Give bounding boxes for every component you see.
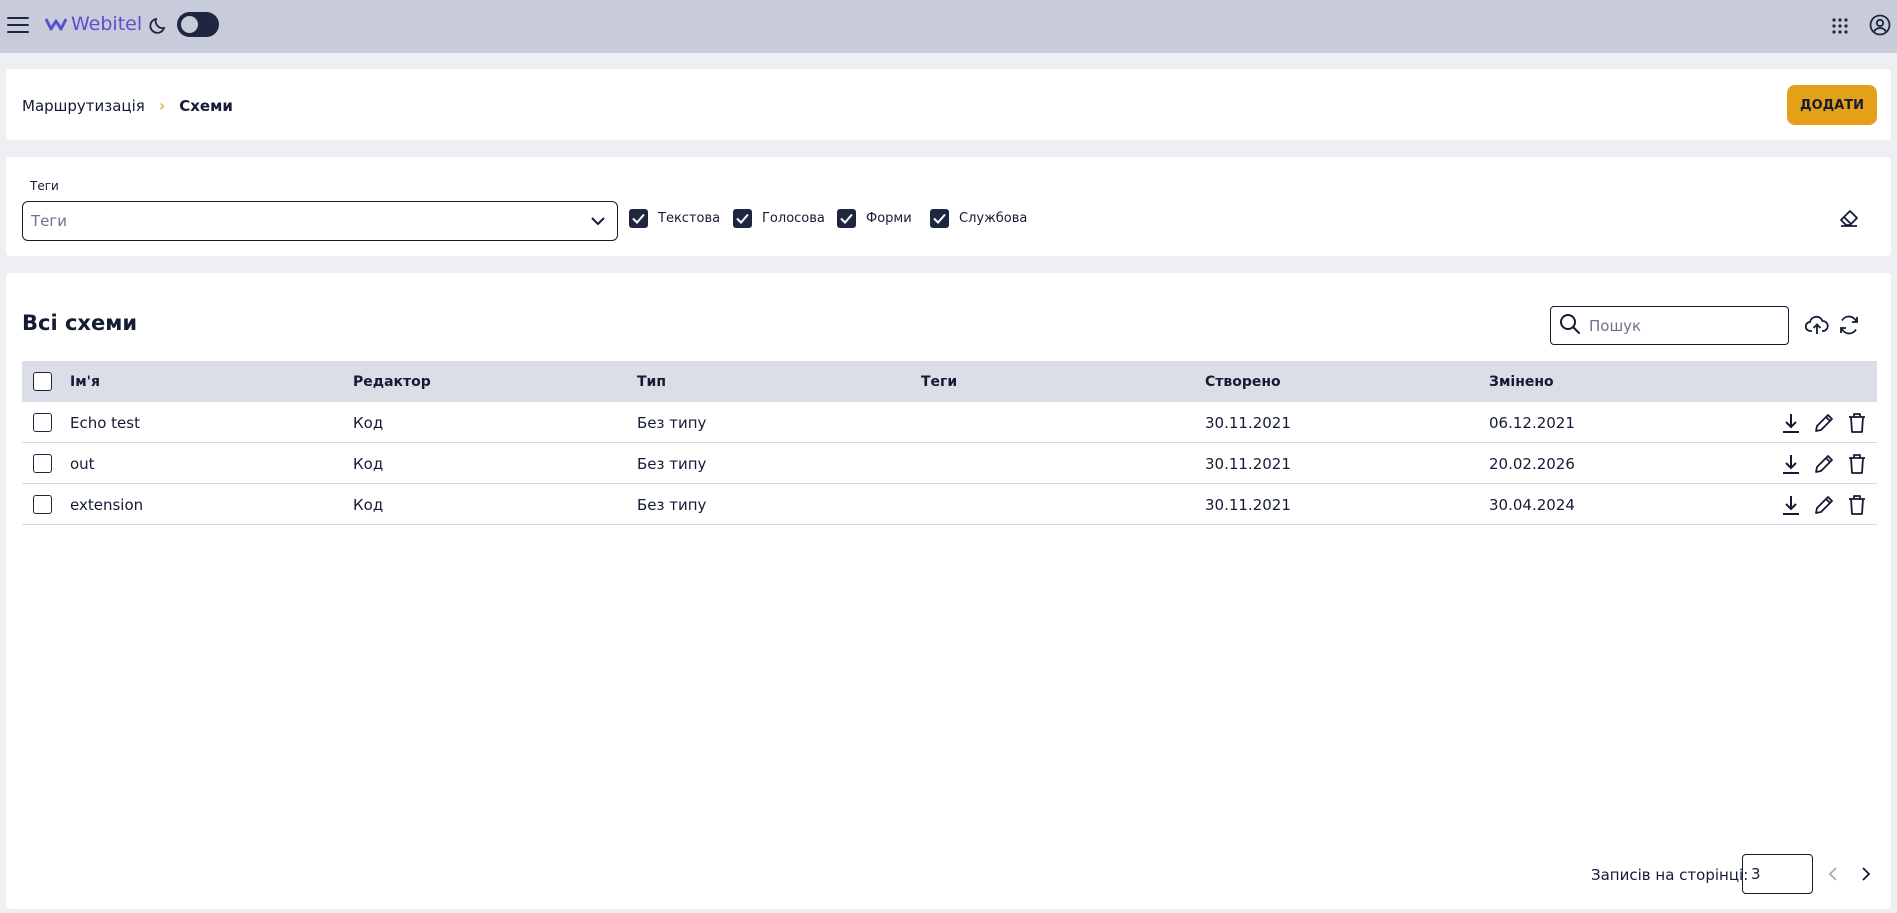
toggle-knob <box>181 16 198 33</box>
upload-icon[interactable] <box>1804 312 1830 338</box>
cell-modified: 30.04.2024 <box>1489 496 1575 514</box>
checkbox-checked[interactable] <box>930 209 949 228</box>
refresh-icon[interactable] <box>1836 312 1862 338</box>
breadcrumb-current: Схеми <box>179 96 233 115</box>
cell-modified: 06.12.2021 <box>1489 414 1575 432</box>
download-icon[interactable] <box>1779 411 1803 435</box>
checkbox-checked[interactable] <box>837 209 856 228</box>
edit-pencil-icon[interactable] <box>1812 411 1836 435</box>
tags-select-placeholder: Теги <box>31 212 68 230</box>
trash-icon[interactable] <box>1845 452 1869 476</box>
search-icon <box>1559 313 1581 339</box>
breadcrumb: Маршрутизація › Схеми <box>22 96 233 115</box>
page-title: Всі схеми <box>22 311 138 335</box>
search-input[interactable] <box>1589 316 1779 335</box>
breadcrumb-card <box>6 69 1891 140</box>
eraser-icon[interactable] <box>1836 205 1862 231</box>
checkbox-checked[interactable] <box>629 209 648 228</box>
chevron-right-icon[interactable] <box>1853 862 1877 886</box>
row-actions <box>1779 411 1869 435</box>
filter-checkbox-forms[interactable]: Форми <box>837 209 912 228</box>
trash-icon[interactable] <box>1845 493 1869 517</box>
cell-modified: 20.02.2026 <box>1489 455 1575 473</box>
checkbox-label: Службова <box>959 211 1028 226</box>
checkbox-label: Форми <box>866 211 912 226</box>
row-checkbox[interactable] <box>33 454 52 473</box>
table-row: out Код Без типу 30.11.2021 20.02.2026 <box>22 443 1877 484</box>
column-header-name[interactable]: Ім'я <box>70 374 100 390</box>
row-actions <box>1779 493 1869 517</box>
cell-created: 30.11.2021 <box>1205 414 1291 432</box>
top-bar: Webitel <box>0 0 1897 53</box>
download-icon[interactable] <box>1779 493 1803 517</box>
add-button[interactable]: ДОДАТИ <box>1787 85 1877 125</box>
cell-type: Без типу <box>637 496 707 514</box>
breadcrumb-separator: › <box>158 96 166 115</box>
filter-checkbox-service[interactable]: Службова <box>930 209 1027 228</box>
row-checkbox[interactable] <box>33 495 52 514</box>
hamburger-icon[interactable] <box>6 13 30 37</box>
tags-select[interactable]: Теги <box>22 201 618 241</box>
checkbox-checked[interactable] <box>733 209 752 228</box>
table-row: extension Код Без типу 30.11.2021 30.04.… <box>22 484 1877 525</box>
edit-pencil-icon[interactable] <box>1812 452 1836 476</box>
moon-icon[interactable] <box>147 13 171 37</box>
table-row: Echo test Код Без типу 30.11.2021 06.12.… <box>22 402 1877 443</box>
cell-editor: Код <box>353 455 384 473</box>
table-header: Ім'я Редактор Тип Теги Створено Змінено <box>22 361 1877 402</box>
chevron-down-icon <box>589 212 607 234</box>
column-header-created[interactable]: Створено <box>1205 374 1281 390</box>
cell-name[interactable]: Echo test <box>70 414 140 432</box>
chevron-left-icon[interactable] <box>1822 862 1846 886</box>
logo-text: Webitel <box>71 13 143 35</box>
per-page-input[interactable]: 3 <box>1742 854 1813 894</box>
download-icon[interactable] <box>1779 452 1803 476</box>
user-circle-icon[interactable] <box>1867 12 1893 38</box>
apps-grid-icon[interactable] <box>1828 14 1852 38</box>
cell-type: Без типу <box>637 414 707 432</box>
filter-checkbox-text[interactable]: Текстова <box>629 209 720 228</box>
logo-mark-icon <box>45 18 67 31</box>
column-header-modified[interactable]: Змінено <box>1489 374 1554 390</box>
breadcrumb-parent[interactable]: Маршрутизація <box>22 97 145 115</box>
edit-pencil-icon[interactable] <box>1812 493 1836 517</box>
select-all-checkbox[interactable] <box>33 372 52 391</box>
row-actions <box>1779 452 1869 476</box>
cell-created: 30.11.2021 <box>1205 496 1291 514</box>
theme-toggle[interactable] <box>177 12 219 37</box>
webitel-logo[interactable]: Webitel <box>45 13 142 35</box>
search-field[interactable] <box>1550 306 1789 345</box>
per-page-label: Записів на сторінці: <box>1591 866 1749 884</box>
cell-type: Без типу <box>637 455 707 473</box>
cell-editor: Код <box>353 496 384 514</box>
filter-checkbox-voice[interactable]: Голосова <box>733 209 825 228</box>
cell-name[interactable]: out <box>70 455 95 473</box>
column-header-editor[interactable]: Редактор <box>353 374 431 390</box>
column-header-type[interactable]: Тип <box>637 374 666 390</box>
cell-editor: Код <box>353 414 384 432</box>
checkbox-label: Текстова <box>658 211 721 226</box>
checkbox-label: Голосова <box>762 211 825 226</box>
trash-icon[interactable] <box>1845 411 1869 435</box>
column-header-tags[interactable]: Теги <box>921 374 957 390</box>
cell-name[interactable]: extension <box>70 496 143 514</box>
row-checkbox[interactable] <box>33 413 52 432</box>
cell-created: 30.11.2021 <box>1205 455 1291 473</box>
tags-filter-label: Теги <box>30 179 59 193</box>
